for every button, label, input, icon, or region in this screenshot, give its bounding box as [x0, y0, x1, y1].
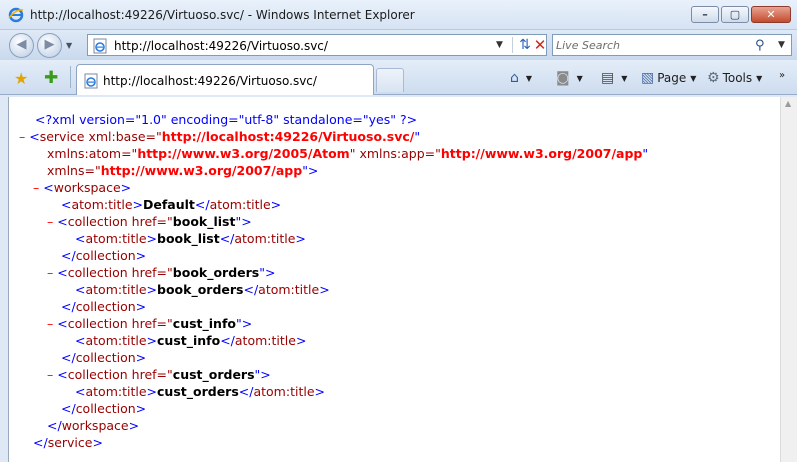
close-button[interactable]: ✕	[751, 6, 791, 23]
vertical-scrollbar[interactable]: ▲	[780, 97, 797, 462]
xml-workspace-open: – <workspace>	[33, 180, 132, 195]
tab-command-bar: ★ ✚ http://localhost:49226/Virtuoso.svc/…	[0, 60, 797, 95]
address-bar[interactable]: http://localhost:49226/Virtuoso.svc/ ▼ ⇅…	[87, 34, 547, 56]
xml-service-ns-line: xmlns:atom="http://www.w3.org/2005/Atom"…	[47, 146, 649, 161]
address-dropdown-icon[interactable]: ▼	[496, 40, 503, 50]
xml-workspace-title: <atom:title>Default</atom:title>	[61, 197, 282, 212]
xml-collection-title: <atom:title>book_orders</atom:title>	[75, 282, 330, 297]
back-button[interactable]: ◀	[9, 33, 34, 58]
address-divider	[512, 37, 513, 53]
xml-collection-title: <atom:title>book_list</atom:title>	[75, 231, 306, 246]
new-tab-button[interactable]	[376, 68, 404, 92]
xml-collection-close: </collection>	[61, 299, 147, 314]
xml-service-open: – <service xml:base="http://localhost:49…	[19, 129, 421, 144]
xml-service-default-ns-line: xmlns="http://www.w3.org/2007/app">	[47, 163, 319, 178]
print-dropdown-icon[interactable]: ▼	[621, 74, 627, 83]
collapse-toggle[interactable]: –	[47, 265, 53, 280]
toolbar-divider	[70, 66, 71, 88]
tab-label: http://localhost:49226/Virtuoso.svc/	[103, 74, 317, 88]
rss-feed-icon: ◙	[556, 70, 570, 86]
xml-collection-open: – <collection href="book_list">	[47, 214, 252, 229]
search-input[interactable]	[556, 37, 746, 53]
add-favorites-icon[interactable]: ✚	[44, 68, 58, 88]
tab-favicon-icon	[84, 73, 98, 89]
home-icon: ⌂	[510, 70, 519, 86]
collapse-toggle[interactable]: –	[47, 316, 53, 331]
tools-menu-label: Tools	[722, 71, 753, 85]
more-commands-chevron-icon[interactable]: »	[779, 70, 785, 81]
home-dropdown-icon[interactable]: ▼	[526, 74, 532, 83]
xml-workspace-close: </workspace>	[47, 418, 140, 433]
xml-collection-close: </collection>	[61, 350, 147, 365]
search-box[interactable]: ⚲ ▼	[552, 34, 792, 56]
window-title-bar: http://localhost:49226/Virtuoso.svc/ - W…	[0, 0, 797, 30]
minimize-icon: –	[702, 8, 708, 21]
search-icon[interactable]: ⚲	[755, 38, 765, 53]
xml-service-close: </service>	[33, 435, 103, 450]
navigation-bar: ◀ ▶ ▼ http://localhost:49226/Virtuoso.sv…	[0, 30, 797, 60]
xml-collection-title: <atom:title>cust_info</atom:title>	[75, 333, 307, 348]
internet-explorer-icon	[8, 7, 24, 23]
minimize-button[interactable]: –	[691, 6, 719, 23]
maximize-button[interactable]: ▢	[721, 6, 749, 23]
feeds-button[interactable]: ◙ ▼	[556, 68, 583, 88]
xml-collection-title: <atom:title>cust_orders</atom:title>	[75, 384, 325, 399]
scroll-up-arrow-icon[interactable]: ▲	[785, 99, 791, 108]
close-icon: ✕	[766, 8, 776, 21]
tab-current-page[interactable]: http://localhost:49226/Virtuoso.svc/	[76, 64, 374, 95]
page-menu-label: Page	[657, 71, 687, 85]
print-button[interactable]: ▤ ▼	[601, 68, 627, 88]
forward-arrow-icon: ▶	[44, 37, 55, 52]
xml-collection-close: </collection>	[61, 248, 147, 263]
address-url[interactable]: http://localhost:49226/Virtuoso.svc/	[114, 39, 328, 53]
tools-menu-button[interactable]: ⚙ Tools ▼	[707, 68, 762, 88]
printer-icon: ▤	[601, 70, 615, 86]
xml-collection-open: – <collection href="cust_orders">	[47, 367, 271, 382]
collapse-toggle[interactable]: –	[33, 180, 39, 195]
collapse-toggle[interactable]: –	[19, 129, 25, 144]
recent-pages-dropdown-icon[interactable]: ▼	[66, 41, 72, 50]
refresh-icon[interactable]: ⇅	[516, 37, 534, 53]
tools-dropdown-icon: ▼	[756, 73, 763, 83]
feeds-dropdown-icon[interactable]: ▼	[577, 74, 583, 83]
window-controls: – ▢ ✕	[691, 6, 791, 23]
home-button[interactable]: ⌂ ▼	[510, 68, 532, 88]
search-options-dropdown-icon[interactable]: ▼	[778, 40, 785, 50]
collapse-toggle[interactable]: –	[47, 214, 53, 229]
page-favicon-icon	[93, 38, 107, 54]
page-menu-button[interactable]: ▧ Page ▼	[641, 68, 696, 88]
window-title: http://localhost:49226/Virtuoso.svc/ - W…	[30, 8, 415, 22]
stop-icon[interactable]: ✕	[533, 36, 547, 54]
page-content: <?xml version="1.0" encoding="utf-8" sta…	[8, 97, 780, 462]
maximize-icon: ▢	[729, 8, 741, 21]
xml-declaration: <?xml version="1.0" encoding="utf-8" sta…	[35, 112, 418, 127]
back-arrow-icon: ◀	[16, 37, 27, 52]
gear-icon: ⚙	[707, 70, 720, 86]
forward-button[interactable]: ▶	[37, 33, 62, 58]
collapse-toggle[interactable]: –	[47, 367, 53, 382]
page-icon: ▧	[641, 70, 655, 86]
page-dropdown-icon: ▼	[690, 73, 697, 83]
xml-collection-open: – <collection href="book_orders">	[47, 265, 276, 280]
xml-collection-close: </collection>	[61, 401, 147, 416]
xml-collection-open: – <collection href="cust_info">	[47, 316, 253, 331]
favorites-star-icon[interactable]: ★	[14, 69, 28, 88]
